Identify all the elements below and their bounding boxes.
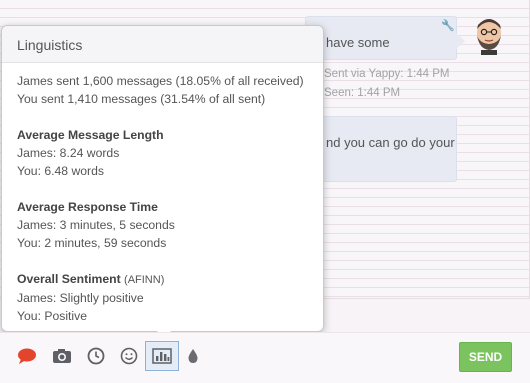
stat-line: James sent 1,600 messages (18.05% of all… <box>17 74 304 88</box>
stat-line: James: 3 minutes, 5 seconds <box>17 218 175 232</box>
message-length-section: Average Message Length James: 8.24 words… <box>17 126 323 180</box>
stat-line: You: 2 minutes, 59 seconds <box>17 236 167 250</box>
smiley-icon[interactable] <box>118 345 140 367</box>
section-heading: Average Response Time <box>17 200 158 214</box>
popover-title: Linguistics <box>2 26 323 63</box>
drop-icon[interactable] <box>182 345 204 367</box>
camera-icon[interactable] <box>51 345 73 367</box>
bar-chart-icon[interactable] <box>145 341 179 371</box>
clock-icon[interactable] <box>85 345 107 367</box>
sentiment-section: Overall Sentiment (AFINN) James: Slightl… <box>17 270 323 325</box>
section-heading: Average Message Length <box>17 128 164 142</box>
wrench-icon[interactable]: 🔧 <box>441 20 455 32</box>
message-bubble: nd you can go do your <box>305 116 457 182</box>
message-bubble: have some <box>305 16 465 60</box>
stat-line: You: Positive <box>17 309 88 323</box>
message-text: have some <box>326 35 390 50</box>
seen-label: Seen: 1:44 PM <box>324 87 401 99</box>
response-time-section: Average Response Time James: 3 minutes, … <box>17 198 323 252</box>
sent-via-label: Sent via Yappy: 1:44 PM <box>324 68 450 80</box>
section-heading: Overall Sentiment (AFINN) <box>17 272 165 286</box>
stat-line: James: Slightly positive <box>17 291 144 305</box>
linguistics-popover: Linguistics James sent 1,600 messages (1… <box>1 25 324 332</box>
avatar <box>477 19 501 55</box>
stat-line: You: 6.48 words <box>17 164 104 178</box>
message-count-section: James sent 1,600 messages (18.05% of all… <box>17 72 323 108</box>
section-subheading: (AFINN) <box>124 274 165 286</box>
stat-line: You sent 1,410 messages (31.54% of all s… <box>17 92 266 106</box>
toolbar <box>0 332 530 383</box>
send-button[interactable]: SEND <box>459 342 512 372</box>
stat-line: James: 8.24 words <box>17 146 120 160</box>
message-text: nd you can go do your <box>326 135 455 150</box>
speech-bubble-icon[interactable] <box>16 345 38 367</box>
